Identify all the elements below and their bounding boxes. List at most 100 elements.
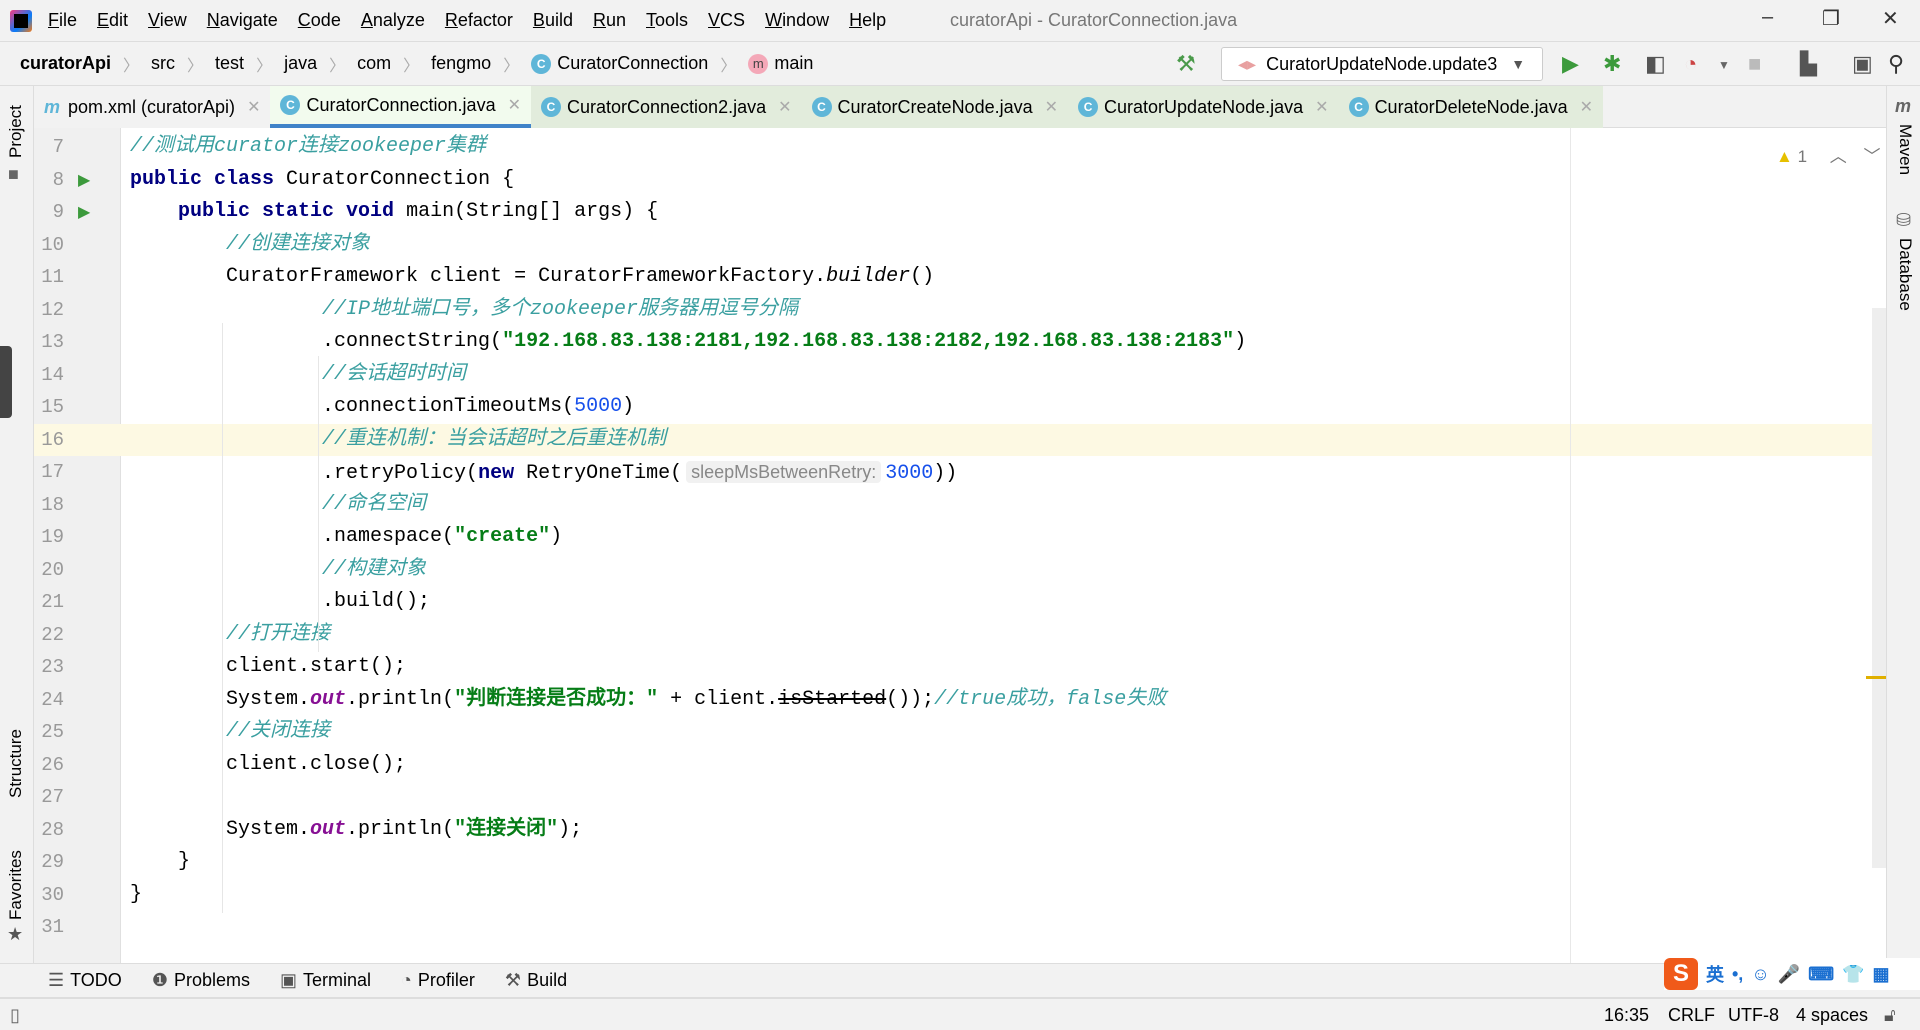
tab-curator-connection[interactable]: C CuratorConnection.java ✕ bbox=[270, 86, 531, 128]
breadcrumb-src[interactable]: src bbox=[151, 53, 175, 74]
code-line[interactable]: //构建对象 bbox=[121, 554, 1886, 587]
close-icon[interactable]: ✕ bbox=[508, 95, 521, 115]
code-line[interactable]: .namespace("create") bbox=[121, 521, 1886, 554]
code-line[interactable]: //测试用curator连接zookeeper集群 bbox=[121, 131, 1886, 164]
code-line[interactable]: System.out.println("连接关闭"); bbox=[121, 814, 1886, 847]
next-highlight-icon[interactable]: ﹀ bbox=[1864, 147, 1881, 166]
code-editor[interactable]: } } System.out.println("连接关闭"); client.c… bbox=[121, 128, 1886, 963]
close-icon[interactable]: ✕ bbox=[1045, 97, 1058, 117]
build-tool-button[interactable]: ⚒ Build bbox=[505, 970, 567, 991]
tab-curator-delete-node[interactable]: C CuratorDeleteNode.java ✕ bbox=[1338, 86, 1604, 128]
breadcrumb-project[interactable]: curatorApi bbox=[20, 53, 111, 74]
keyboard-icon[interactable]: ⌨ bbox=[1808, 964, 1834, 985]
sogou-logo-icon[interactable]: S bbox=[1664, 958, 1698, 990]
skin-icon[interactable]: 👕 bbox=[1842, 964, 1864, 985]
previous-highlight-icon[interactable]: ︿ bbox=[1830, 147, 1847, 166]
close-icon[interactable]: ✕ bbox=[1580, 97, 1593, 117]
minimize-button[interactable]: – bbox=[1762, 6, 1773, 29]
run-gutter-icon[interactable]: ▶ bbox=[78, 170, 90, 190]
menu-tools[interactable]: Tools bbox=[646, 10, 688, 31]
debug-icon[interactable]: ✱ bbox=[1603, 51, 1621, 77]
line-separator[interactable]: CRLF bbox=[1668, 1005, 1715, 1026]
code-line[interactable]: .connectString("192.168.83.138:2181,192.… bbox=[121, 326, 1886, 359]
code-line[interactable]: //打开连接 bbox=[121, 619, 1886, 652]
code-line[interactable] bbox=[121, 911, 1886, 944]
menu-help[interactable]: Help bbox=[849, 10, 886, 31]
run-configuration-select[interactable]: ◂▸ CuratorUpdateNode.update3 ▼ bbox=[1221, 47, 1543, 81]
code-line[interactable]: System.out.println("判断连接是否成功：" + client.… bbox=[121, 684, 1886, 717]
code-line[interactable]: public class CuratorConnection { bbox=[121, 164, 1886, 197]
close-button[interactable]: ✕ bbox=[1882, 6, 1899, 31]
menu-vcs[interactable]: VCS bbox=[708, 10, 745, 31]
code-line[interactable]: //关闭连接 bbox=[121, 716, 1886, 749]
code-line[interactable]: CuratorFramework client = CuratorFramewo… bbox=[121, 261, 1886, 294]
tab-curator-update-node[interactable]: C CuratorUpdateNode.java ✕ bbox=[1068, 86, 1339, 128]
project-structure-icon[interactable]: ▙ bbox=[1800, 51, 1817, 77]
code-line[interactable]: .build(); bbox=[121, 586, 1886, 619]
run-anything-icon[interactable]: ▣ bbox=[1852, 51, 1873, 77]
close-icon[interactable]: ✕ bbox=[778, 97, 791, 117]
menu-refactor[interactable]: Refactor bbox=[445, 10, 513, 31]
menu-build[interactable]: Build bbox=[533, 10, 573, 31]
breadcrumb-java[interactable]: java bbox=[284, 53, 317, 74]
unlock-icon[interactable]: 🔓︎ bbox=[1884, 1005, 1896, 1026]
menu-file[interactable]: File bbox=[48, 10, 77, 31]
database-tool-button[interactable]: Database bbox=[1895, 238, 1915, 311]
code-line[interactable]: client.start(); bbox=[121, 651, 1886, 684]
tab-curator-create-node[interactable]: C CuratorCreateNode.java ✕ bbox=[801, 86, 1069, 128]
close-icon[interactable]: ✕ bbox=[1315, 97, 1328, 117]
ime-language[interactable]: 英 bbox=[1706, 961, 1724, 987]
code-line[interactable] bbox=[121, 781, 1886, 814]
problems-tool-button[interactable]: ❶ Problems bbox=[152, 970, 250, 991]
menu-code[interactable]: Code bbox=[298, 10, 341, 31]
code-line[interactable]: public static void main(String[] args) { bbox=[121, 196, 1886, 229]
todo-tool-button[interactable]: ☰ TODO bbox=[48, 970, 122, 991]
code-line[interactable]: //IP地址端口号，多个zookeeper服务器用逗号分隔 bbox=[121, 294, 1886, 327]
stop-icon[interactable]: ■ bbox=[1748, 51, 1761, 77]
code-line[interactable]: client.close(); bbox=[121, 749, 1886, 782]
microphone-icon[interactable]: 🎤 bbox=[1778, 964, 1800, 985]
maven-tool-button[interactable]: Maven bbox=[1895, 124, 1915, 175]
menu-run[interactable]: Run bbox=[593, 10, 626, 31]
search-icon[interactable]: ⚲ bbox=[1888, 51, 1904, 77]
terminal-tool-button[interactable]: ▣ Terminal bbox=[280, 970, 371, 991]
menu-view[interactable]: View bbox=[148, 10, 187, 31]
indent-setting[interactable]: 4 spaces bbox=[1796, 1005, 1868, 1026]
tab-curator-connection2[interactable]: C CuratorConnection2.java ✕ bbox=[530, 86, 802, 128]
run-gutter-icon[interactable]: ▶ bbox=[78, 202, 90, 222]
project-tool-button[interactable]: Project bbox=[6, 105, 26, 158]
code-line[interactable]: //命名空间 bbox=[121, 489, 1886, 522]
run-icon[interactable]: ▶ bbox=[1562, 51, 1579, 77]
breadcrumb-test[interactable]: test bbox=[215, 53, 244, 74]
menu-edit[interactable]: Edit bbox=[97, 10, 128, 31]
breadcrumb-com[interactable]: com bbox=[357, 53, 391, 74]
profiler-tool-button[interactable]: ◔ Profiler bbox=[401, 970, 475, 991]
coverage-icon[interactable]: ◧ bbox=[1645, 51, 1666, 77]
emoji-icon[interactable]: ☺ bbox=[1751, 964, 1769, 985]
breadcrumb-fengmo[interactable]: fengmo bbox=[431, 53, 491, 74]
breadcrumb-method[interactable]: main bbox=[774, 53, 813, 74]
code-line[interactable]: } bbox=[121, 879, 1886, 912]
code-line[interactable]: .connectionTimeoutMs(5000) bbox=[121, 391, 1886, 424]
breadcrumb-class[interactable]: CuratorConnection bbox=[557, 53, 708, 74]
menu-navigate[interactable]: Navigate bbox=[207, 10, 278, 31]
punctuation-icon[interactable]: •, bbox=[1732, 964, 1743, 985]
memory-indicator[interactable] bbox=[0, 346, 12, 418]
warning-stripe-marker[interactable] bbox=[1866, 676, 1886, 679]
code-line[interactable]: //创建连接对象 bbox=[121, 229, 1886, 262]
code-line[interactable]: //重连机制：当会话超时之后重连机制 bbox=[121, 423, 1886, 456]
toggle-tool-windows-icon[interactable]: ▯ bbox=[10, 1005, 20, 1026]
code-line[interactable]: //会话超时时间 bbox=[121, 359, 1886, 392]
menu-analyze[interactable]: Analyze bbox=[361, 10, 425, 31]
grid-icon[interactable]: ▦ bbox=[1873, 964, 1890, 985]
menu-window[interactable]: Window bbox=[765, 10, 829, 31]
vertical-scrollbar[interactable] bbox=[1872, 308, 1886, 868]
tab-pom-xml[interactable]: m pom.xml (curatorApi) ✕ bbox=[34, 86, 271, 128]
restore-button[interactable]: ❐ bbox=[1822, 6, 1840, 31]
chevron-down-icon[interactable]: ▼ bbox=[1718, 58, 1730, 72]
close-icon[interactable]: ✕ bbox=[247, 97, 260, 117]
build-hammer-icon[interactable]: ⚒ bbox=[1176, 51, 1196, 77]
profile-icon[interactable]: ◔ bbox=[1684, 51, 1697, 77]
favorites-tool-button[interactable]: Favorites bbox=[6, 850, 26, 920]
caret-position[interactable]: 16:35 bbox=[1604, 1005, 1649, 1026]
